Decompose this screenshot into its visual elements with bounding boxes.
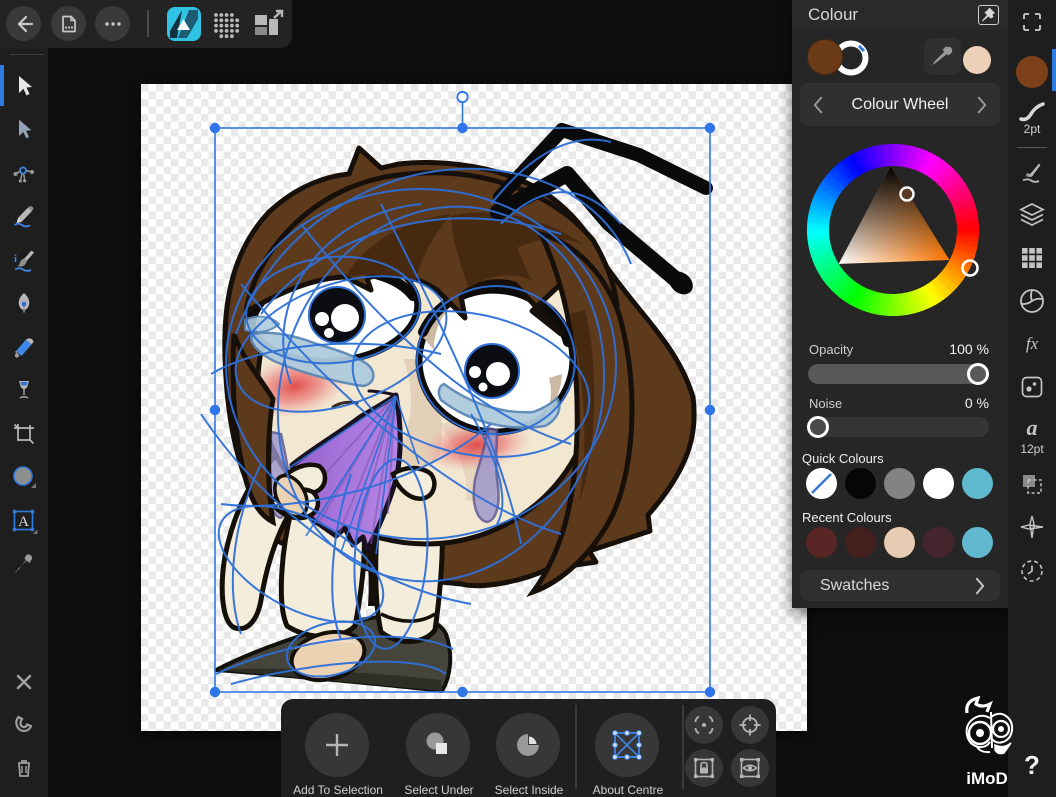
svg-text:fx: fx (1026, 334, 1039, 353)
svg-text:a: a (1027, 415, 1038, 440)
svg-text:A: A (18, 514, 29, 530)
svg-text:iMoD: iMoD (966, 769, 1008, 788)
